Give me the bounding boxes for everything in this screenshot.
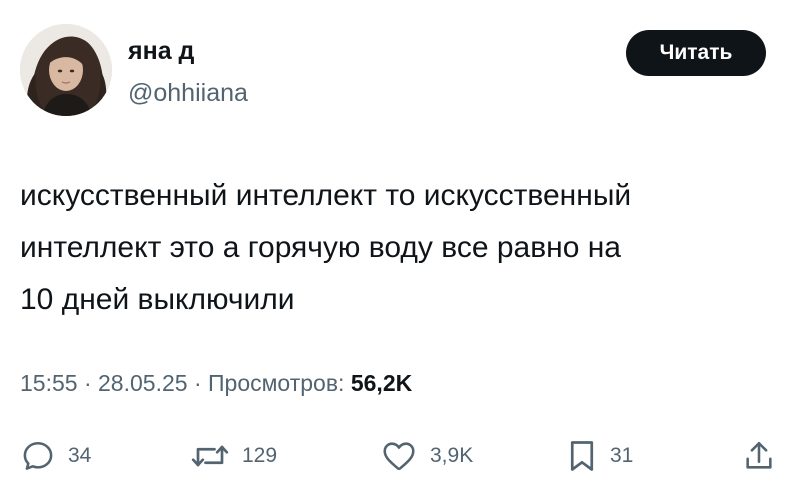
avatar-photo	[20, 24, 112, 116]
tweet-date[interactable]: 28.05.25	[98, 370, 188, 396]
tweet-text-line: искусственный интеллект то искусственный	[20, 179, 632, 212]
tweet-text-line: интеллект это а горячую воду все равно н…	[20, 231, 621, 264]
tweet-text-line: 10 дней выключили	[20, 283, 295, 316]
bookmark-button[interactable]: 31	[566, 438, 633, 474]
bookmark-icon	[570, 441, 594, 471]
reply-button[interactable]: 34	[20, 438, 91, 474]
retweet-count: 129	[242, 444, 278, 467]
meta-separator: ·	[83, 370, 92, 396]
share-icon	[746, 441, 772, 469]
like-button[interactable]: 3,9K	[380, 438, 473, 474]
retweet-icon	[191, 445, 229, 467]
user-handle[interactable]: @ohhiiana	[128, 78, 248, 108]
views-label: Просмотров:	[208, 370, 345, 396]
retweet-button[interactable]: 129	[190, 438, 277, 474]
tweet-time[interactable]: 15:55	[20, 370, 78, 396]
tweet-text: искусственный интеллект то искусственный…	[20, 170, 790, 326]
reply-icon	[23, 441, 53, 470]
like-count: 3,9K	[430, 444, 474, 467]
reply-count: 34	[68, 444, 92, 467]
tweet-meta: 15:55 · 28.05.25 · Просмотров: 56,2K	[20, 366, 412, 400]
display-name[interactable]: яна д	[128, 36, 194, 66]
follow-button[interactable]: Читать	[626, 30, 766, 76]
share-button[interactable]	[742, 438, 776, 474]
tweet-card: яна д @ohhiiana Читать искусственный инт…	[0, 0, 800, 492]
meta-separator: ·	[193, 370, 202, 396]
bookmark-count: 31	[610, 444, 634, 467]
avatar[interactable]	[20, 24, 112, 116]
heart-icon	[383, 442, 415, 471]
views-count: 56,2K	[350, 370, 413, 396]
